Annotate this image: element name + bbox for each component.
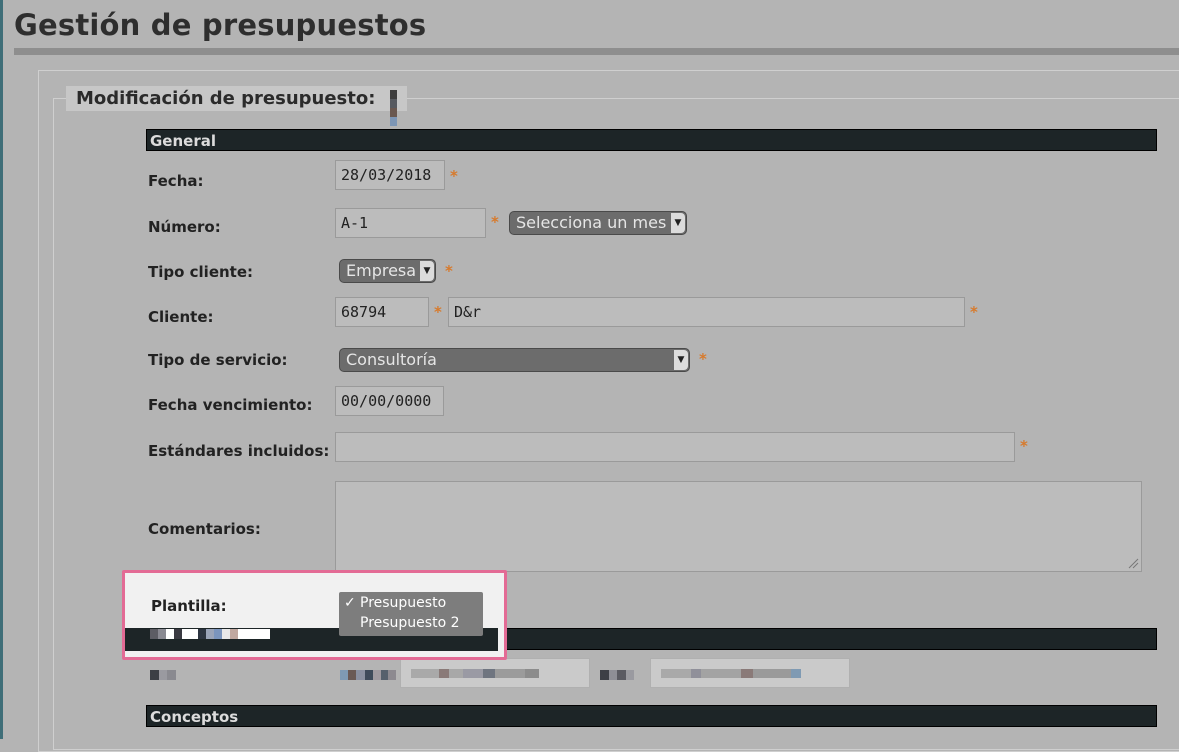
form-legend-text: Modificación de presupuesto:: [76, 88, 376, 109]
plantilla-highlight: Plantilla: ✓ Presupuesto Presupuesto 2: [122, 570, 507, 660]
tipo-servicio-select[interactable]: Consultoría ▼: [339, 348, 690, 372]
redacted-text: [600, 670, 634, 680]
tipo-servicio-label: Tipo de servicio:: [148, 351, 288, 369]
plantilla-option[interactable]: Presupuesto 2: [339, 614, 483, 634]
plantilla-option[interactable]: ✓ Presupuesto: [339, 594, 483, 614]
tipo-servicio-value: Consultoría: [346, 350, 437, 369]
tipo-cliente-value: Empresa: [346, 261, 417, 280]
estandares-input[interactable]: [335, 432, 1015, 462]
plantilla-dropdown-menu[interactable]: ✓ Presupuesto Presupuesto 2: [339, 592, 483, 636]
comentarios-textarea[interactable]: [335, 481, 1142, 572]
section-general: General: [146, 129, 1157, 151]
required-marker: *: [434, 303, 442, 321]
fecha-vencimiento-label: Fecha vencimiento:: [148, 396, 313, 414]
title-divider: [14, 48, 1179, 55]
cliente-label: Cliente:: [148, 308, 214, 326]
required-marker: *: [699, 350, 707, 368]
form-legend: Modificación de presupuesto:: [66, 86, 407, 126]
resize-grip-icon[interactable]: [1127, 557, 1139, 569]
redacted-id: [389, 90, 397, 126]
redacted-label: [150, 670, 176, 680]
fecha-label: Fecha:: [148, 172, 204, 190]
numero-input[interactable]: A-1: [335, 208, 486, 238]
chevron-down-icon: ▼: [671, 213, 685, 233]
section-redacted: [480, 628, 1157, 650]
fecha-vencimiento-input[interactable]: 00/00/0000: [335, 386, 444, 416]
required-marker: *: [450, 167, 458, 185]
redacted-field-1[interactable]: [400, 658, 590, 688]
fecha-input[interactable]: 28/03/2018: [335, 160, 445, 190]
redacted-section-title: [150, 629, 270, 639]
page-title: Gestión de presupuestos: [14, 8, 427, 42]
numero-label: Número:: [148, 218, 221, 236]
chevron-down-icon: ▼: [674, 350, 688, 370]
redacted-text: [340, 670, 396, 680]
required-marker: *: [491, 213, 499, 231]
plantilla-option-label: Presupuesto: [360, 595, 447, 611]
plantilla-option-label: Presupuesto 2: [360, 615, 460, 631]
month-select[interactable]: Selecciona un mes ▼: [509, 211, 687, 235]
redacted-field-2[interactable]: [650, 658, 850, 688]
check-icon: ✓: [344, 595, 356, 611]
estandares-label: Estándares incluidos:: [148, 442, 330, 460]
tipo-cliente-select[interactable]: Empresa ▼: [339, 259, 436, 283]
required-marker: *: [445, 262, 453, 280]
cliente-code-input[interactable]: 68794: [335, 297, 429, 327]
required-marker: *: [1020, 437, 1028, 455]
window-edge: [0, 0, 3, 739]
plantilla-label: Plantilla:: [151, 597, 227, 615]
tipo-cliente-label: Tipo cliente:: [148, 263, 254, 281]
comentarios-label: Comentarios:: [148, 520, 261, 538]
section-conceptos: Conceptos: [146, 705, 1157, 727]
cliente-name-input[interactable]: D&r: [448, 297, 965, 327]
required-marker: *: [970, 303, 978, 321]
chevron-down-icon: ▼: [420, 261, 434, 281]
month-select-value: Selecciona un mes: [516, 213, 667, 232]
